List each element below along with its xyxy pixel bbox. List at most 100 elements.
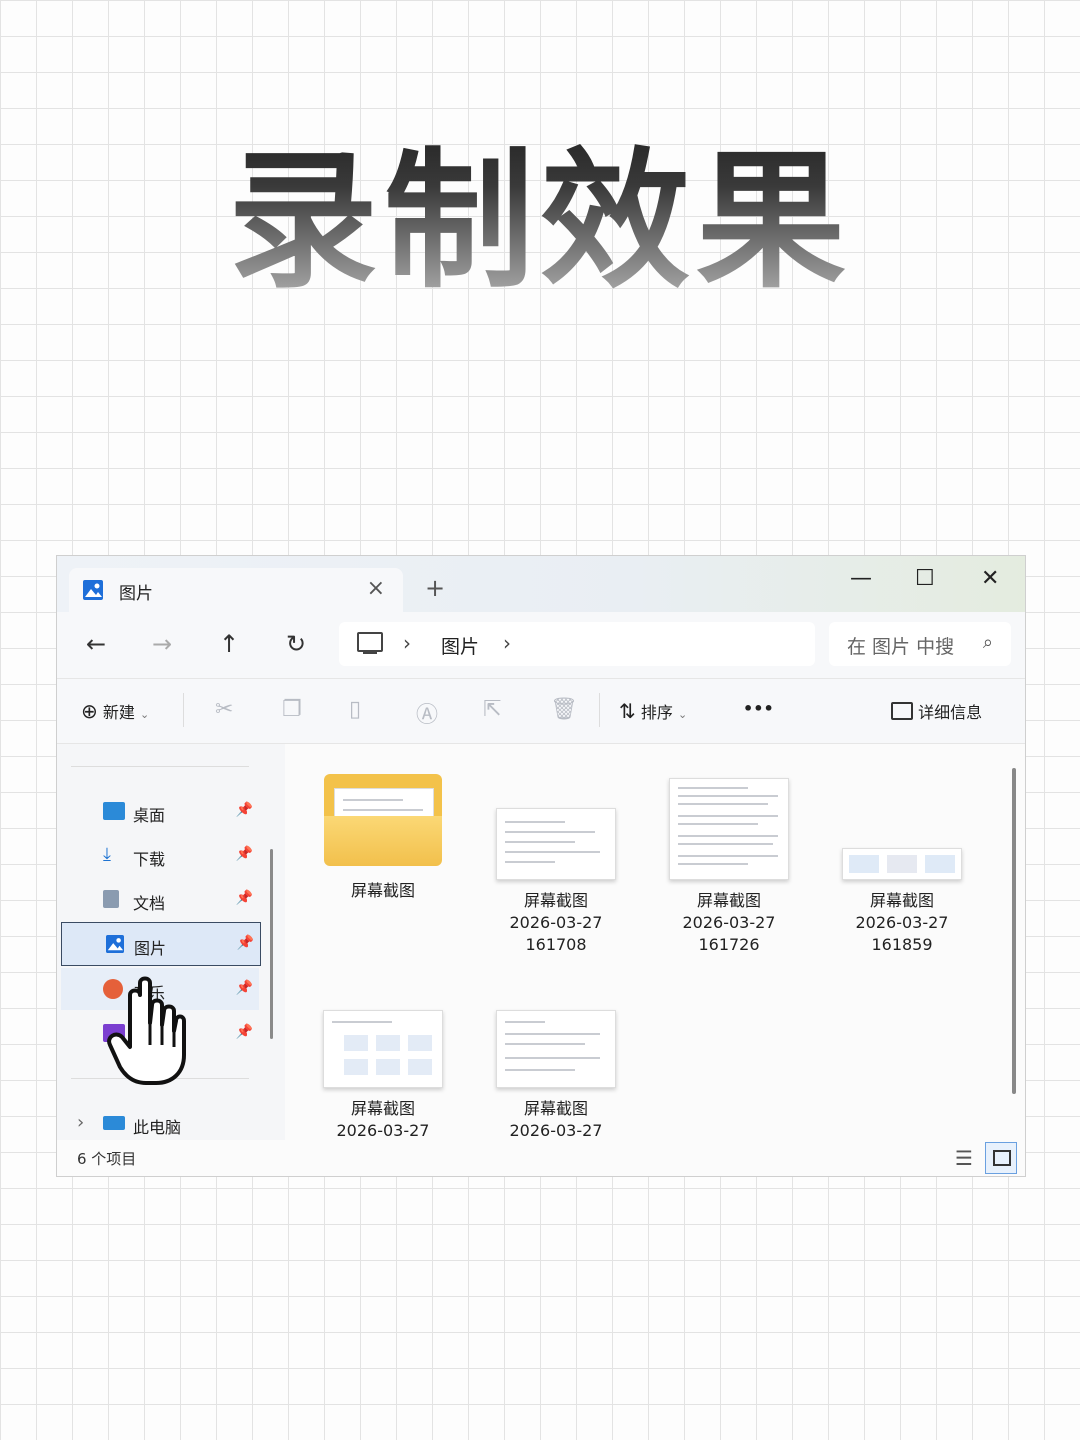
new-label: 新建 xyxy=(102,703,135,722)
sidebar-item-downloads[interactable]: ⤓ 下载 📌 xyxy=(61,834,259,876)
file-item[interactable]: 屏幕截图 2026-03-27 161859 xyxy=(827,774,977,956)
sidebar-scrollbar[interactable] xyxy=(270,849,273,1039)
title-bar: 图片 × + — ☐ ✕ xyxy=(57,556,1025,612)
pin-icon[interactable]: 📌 xyxy=(236,802,253,818)
computer-stand-icon xyxy=(363,652,377,654)
tab-close-button[interactable]: × xyxy=(367,576,385,601)
file-name: 屏幕截图 xyxy=(350,881,415,900)
minimize-button[interactable]: — xyxy=(850,566,872,591)
download-icon: ⤓ xyxy=(103,844,111,865)
page-heading: 录制效果 xyxy=(0,100,1080,317)
sidebar-item-label: 图片 xyxy=(134,939,167,958)
address-bar[interactable]: › 图片 › xyxy=(339,622,815,666)
maximize-button[interactable]: ☐ xyxy=(915,566,935,591)
large-icons-view-button[interactable] xyxy=(985,1142,1017,1174)
file-name: 屏幕截图 xyxy=(350,1099,415,1118)
file-item[interactable]: 屏幕截图 2026-03-27 xyxy=(308,1010,458,1142)
forward-button[interactable]: → xyxy=(147,630,177,658)
refresh-button[interactable]: ↻ xyxy=(281,630,311,658)
desktop-icon xyxy=(103,802,125,820)
close-window-button[interactable]: ✕ xyxy=(981,566,999,591)
pin-icon[interactable]: 📌 xyxy=(236,890,253,906)
share-icon[interactable]: ⇱ xyxy=(483,697,501,722)
sort-icon: ⇅ xyxy=(619,699,636,723)
computer-icon xyxy=(103,1116,125,1130)
plus-circle-icon: ⊕ xyxy=(81,699,98,723)
file-date: 2026-03-27 xyxy=(509,1121,603,1140)
tab-title: 图片 xyxy=(119,584,153,604)
toolbar-divider xyxy=(599,693,600,727)
up-button[interactable]: ↑ xyxy=(214,630,244,658)
sidebar-item-label: 此电脑 xyxy=(133,1118,182,1137)
file-date: 2026-03-27 xyxy=(682,913,776,932)
sidebar-item-label: 文档 xyxy=(133,894,166,913)
file-explorer-window: 图片 × + — ☐ ✕ ← → ↑ ↻ › 图片 › 在 图片 中搜 ⌕ ⊕ … xyxy=(56,555,1026,1177)
file-name: 屏幕截图 xyxy=(869,891,934,910)
details-view-icon[interactable]: ☰ xyxy=(955,1146,973,1170)
file-item[interactable]: 屏幕截图 2026-03-27 161726 xyxy=(654,774,804,956)
content-scrollbar[interactable] xyxy=(1012,768,1016,1094)
details-pane-icon xyxy=(891,702,913,720)
pin-icon[interactable]: 📌 xyxy=(236,846,253,862)
delete-icon[interactable]: 🗑 xyxy=(550,697,578,722)
chevron-down-icon: ⌄ xyxy=(139,708,150,721)
file-time: 161708 xyxy=(525,935,587,954)
command-bar: ⊕ 新建 ⌄ ✂ ❐ ▯ Ⓐ ⇱ 🗑 ⇅ 排序 ⌄ ••• 详细信息 xyxy=(57,679,1025,744)
sidebar-divider xyxy=(71,766,249,767)
cut-icon[interactable]: ✂ xyxy=(215,697,233,722)
new-tab-button[interactable]: + xyxy=(425,574,445,602)
hand-cursor-icon xyxy=(107,976,186,1085)
expand-chevron-icon[interactable]: › xyxy=(77,1112,84,1133)
toolbar-divider xyxy=(183,693,184,727)
file-item[interactable]: 屏幕截图 2026-03-27 161708 xyxy=(481,774,631,956)
navigation-bar: ← → ↑ ↻ › 图片 › 在 图片 中搜 ⌕ xyxy=(57,612,1025,679)
sidebar-item-this-pc[interactable]: › 此电脑 xyxy=(61,1102,259,1144)
large-icons-view-icon xyxy=(993,1150,1011,1166)
file-time: 161726 xyxy=(698,935,760,954)
pin-icon[interactable]: 📌 xyxy=(236,1024,253,1040)
more-options-button[interactable]: ••• xyxy=(743,699,774,718)
file-date: 2026-03-27 xyxy=(855,913,949,932)
sidebar-item-documents[interactable]: 文档 📌 xyxy=(61,878,259,920)
image-thumbnail xyxy=(496,808,616,880)
computer-icon xyxy=(357,632,383,652)
image-thumbnail xyxy=(669,778,789,880)
rename-icon[interactable]: Ⓐ xyxy=(416,697,438,729)
details-pane-button[interactable]: 详细信息 xyxy=(891,699,982,723)
file-date: 2026-03-27 xyxy=(509,913,603,932)
file-item[interactable]: 屏幕截图 2026-03-27 xyxy=(481,1010,631,1142)
paste-icon[interactable]: ▯ xyxy=(349,697,361,722)
file-date: 2026-03-27 xyxy=(336,1121,430,1140)
chevron-down-icon: ⌄ xyxy=(677,708,688,721)
sidebar-item-pictures[interactable]: 图片 📌 xyxy=(61,922,261,966)
file-name: 屏幕截图 xyxy=(696,891,761,910)
copy-icon[interactable]: ❐ xyxy=(282,697,302,722)
sidebar-item-label: 下载 xyxy=(133,850,166,869)
search-placeholder: 在 图片 中搜 xyxy=(847,636,955,658)
breadcrumb-separator: › xyxy=(403,631,411,655)
pictures-icon xyxy=(83,580,103,600)
image-thumbnail xyxy=(323,1010,443,1088)
file-list: 屏幕截图 屏幕截图 2026-03-27 161708 屏幕截图 2026-03… xyxy=(285,744,1025,1140)
search-box[interactable]: 在 图片 中搜 ⌕ xyxy=(829,622,1011,666)
image-thumbnail xyxy=(842,848,962,880)
tab-pictures[interactable]: 图片 × xyxy=(69,568,403,612)
image-thumbnail xyxy=(496,1010,616,1088)
new-button[interactable]: ⊕ 新建 ⌄ xyxy=(81,699,149,723)
file-item-folder[interactable]: 屏幕截图 xyxy=(308,774,458,902)
back-button[interactable]: ← xyxy=(81,630,111,658)
sidebar-item-desktop[interactable]: 桌面 📌 xyxy=(61,790,259,832)
sort-button[interactable]: ⇅ 排序 ⌄ xyxy=(619,699,687,723)
breadcrumb-pictures[interactable]: 图片 xyxy=(441,632,479,659)
breadcrumb-chevron[interactable]: › xyxy=(503,631,511,655)
file-name: 屏幕截图 xyxy=(523,891,588,910)
document-icon xyxy=(103,890,119,908)
sort-label: 排序 xyxy=(640,703,673,722)
pin-icon[interactable]: 📌 xyxy=(236,980,253,996)
item-count: 6 个项目 xyxy=(77,1150,137,1168)
folder-icon xyxy=(324,774,442,866)
pin-icon[interactable]: 📌 xyxy=(237,935,254,951)
details-label: 详细信息 xyxy=(918,703,983,722)
pictures-icon xyxy=(106,935,124,953)
file-time: 161859 xyxy=(871,935,933,954)
